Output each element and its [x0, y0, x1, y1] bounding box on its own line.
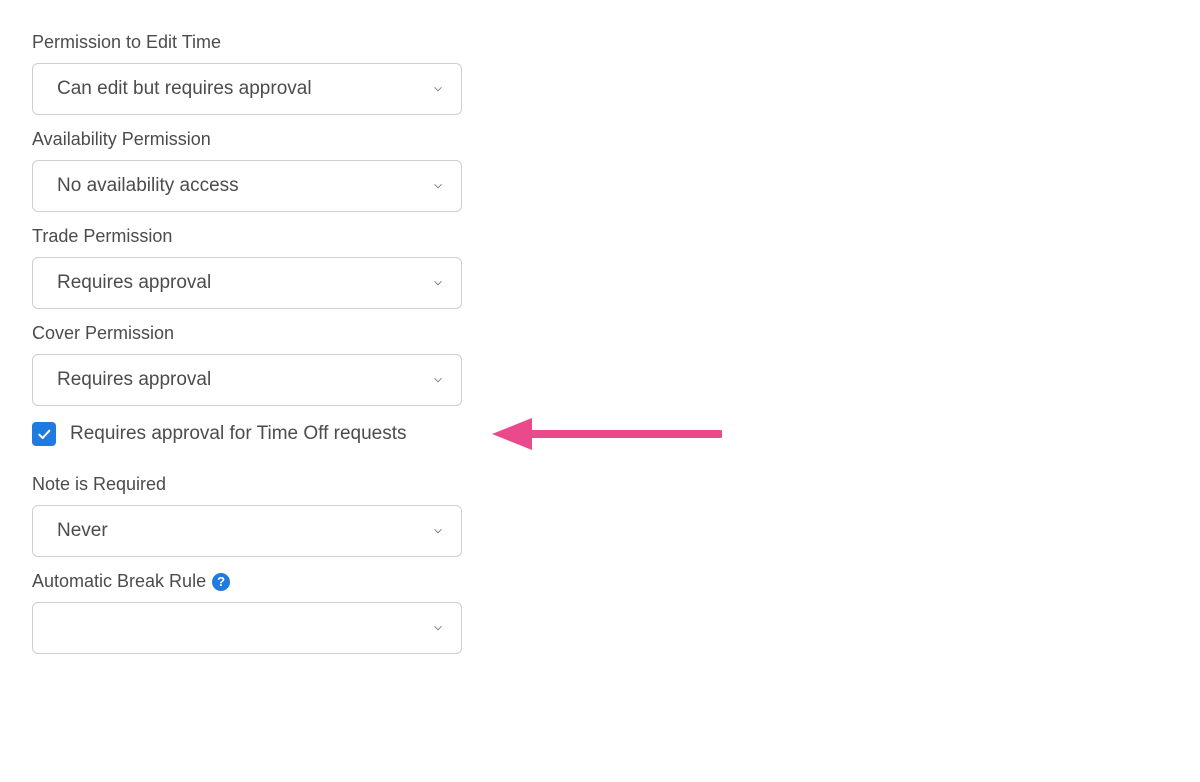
select-trade[interactable]: Requires approval — [32, 257, 462, 309]
field-note-required: Note is Required Never — [32, 474, 1168, 557]
chevron-down-icon — [431, 524, 445, 538]
select-availability[interactable]: No availability access — [32, 160, 462, 212]
label-availability: Availability Permission — [32, 129, 1168, 150]
select-edit-time[interactable]: Can edit but requires approval — [32, 63, 462, 115]
label-trade: Trade Permission — [32, 226, 1168, 247]
field-cover: Cover Permission Requires approval — [32, 323, 1168, 406]
chevron-down-icon — [431, 82, 445, 96]
field-edit-time: Permission to Edit Time Can edit but req… — [32, 32, 1168, 115]
select-cover[interactable]: Requires approval — [32, 354, 462, 406]
select-value-trade: Requires approval — [57, 272, 211, 294]
field-trade: Trade Permission Requires approval — [32, 226, 1168, 309]
label-break-rule-text: Automatic Break Rule — [32, 571, 206, 592]
chevron-down-icon — [431, 179, 445, 193]
select-break-rule[interactable] — [32, 602, 462, 654]
select-value-note-required: Never — [57, 520, 108, 542]
select-value-cover: Requires approval — [57, 369, 211, 391]
annotation-arrow-icon — [492, 414, 722, 454]
field-break-rule: Automatic Break Rule ? — [32, 571, 1168, 654]
field-availability: Availability Permission No availability … — [32, 129, 1168, 212]
select-value-edit-time: Can edit but requires approval — [57, 78, 312, 100]
checkbox-label-time-off: Requires approval for Time Off requests — [70, 423, 407, 445]
help-icon[interactable]: ? — [212, 573, 230, 591]
chevron-down-icon — [431, 373, 445, 387]
row-time-off-approval: Requires approval for Time Off requests — [32, 422, 1168, 446]
chevron-down-icon — [431, 276, 445, 290]
select-value-availability: No availability access — [57, 175, 239, 197]
label-cover: Cover Permission — [32, 323, 1168, 344]
select-note-required[interactable]: Never — [32, 505, 462, 557]
label-break-rule: Automatic Break Rule ? — [32, 571, 1168, 592]
checkbox-time-off-approval[interactable] — [32, 422, 56, 446]
label-note-required: Note is Required — [32, 474, 1168, 495]
label-edit-time: Permission to Edit Time — [32, 32, 1168, 53]
chevron-down-icon — [431, 621, 445, 635]
